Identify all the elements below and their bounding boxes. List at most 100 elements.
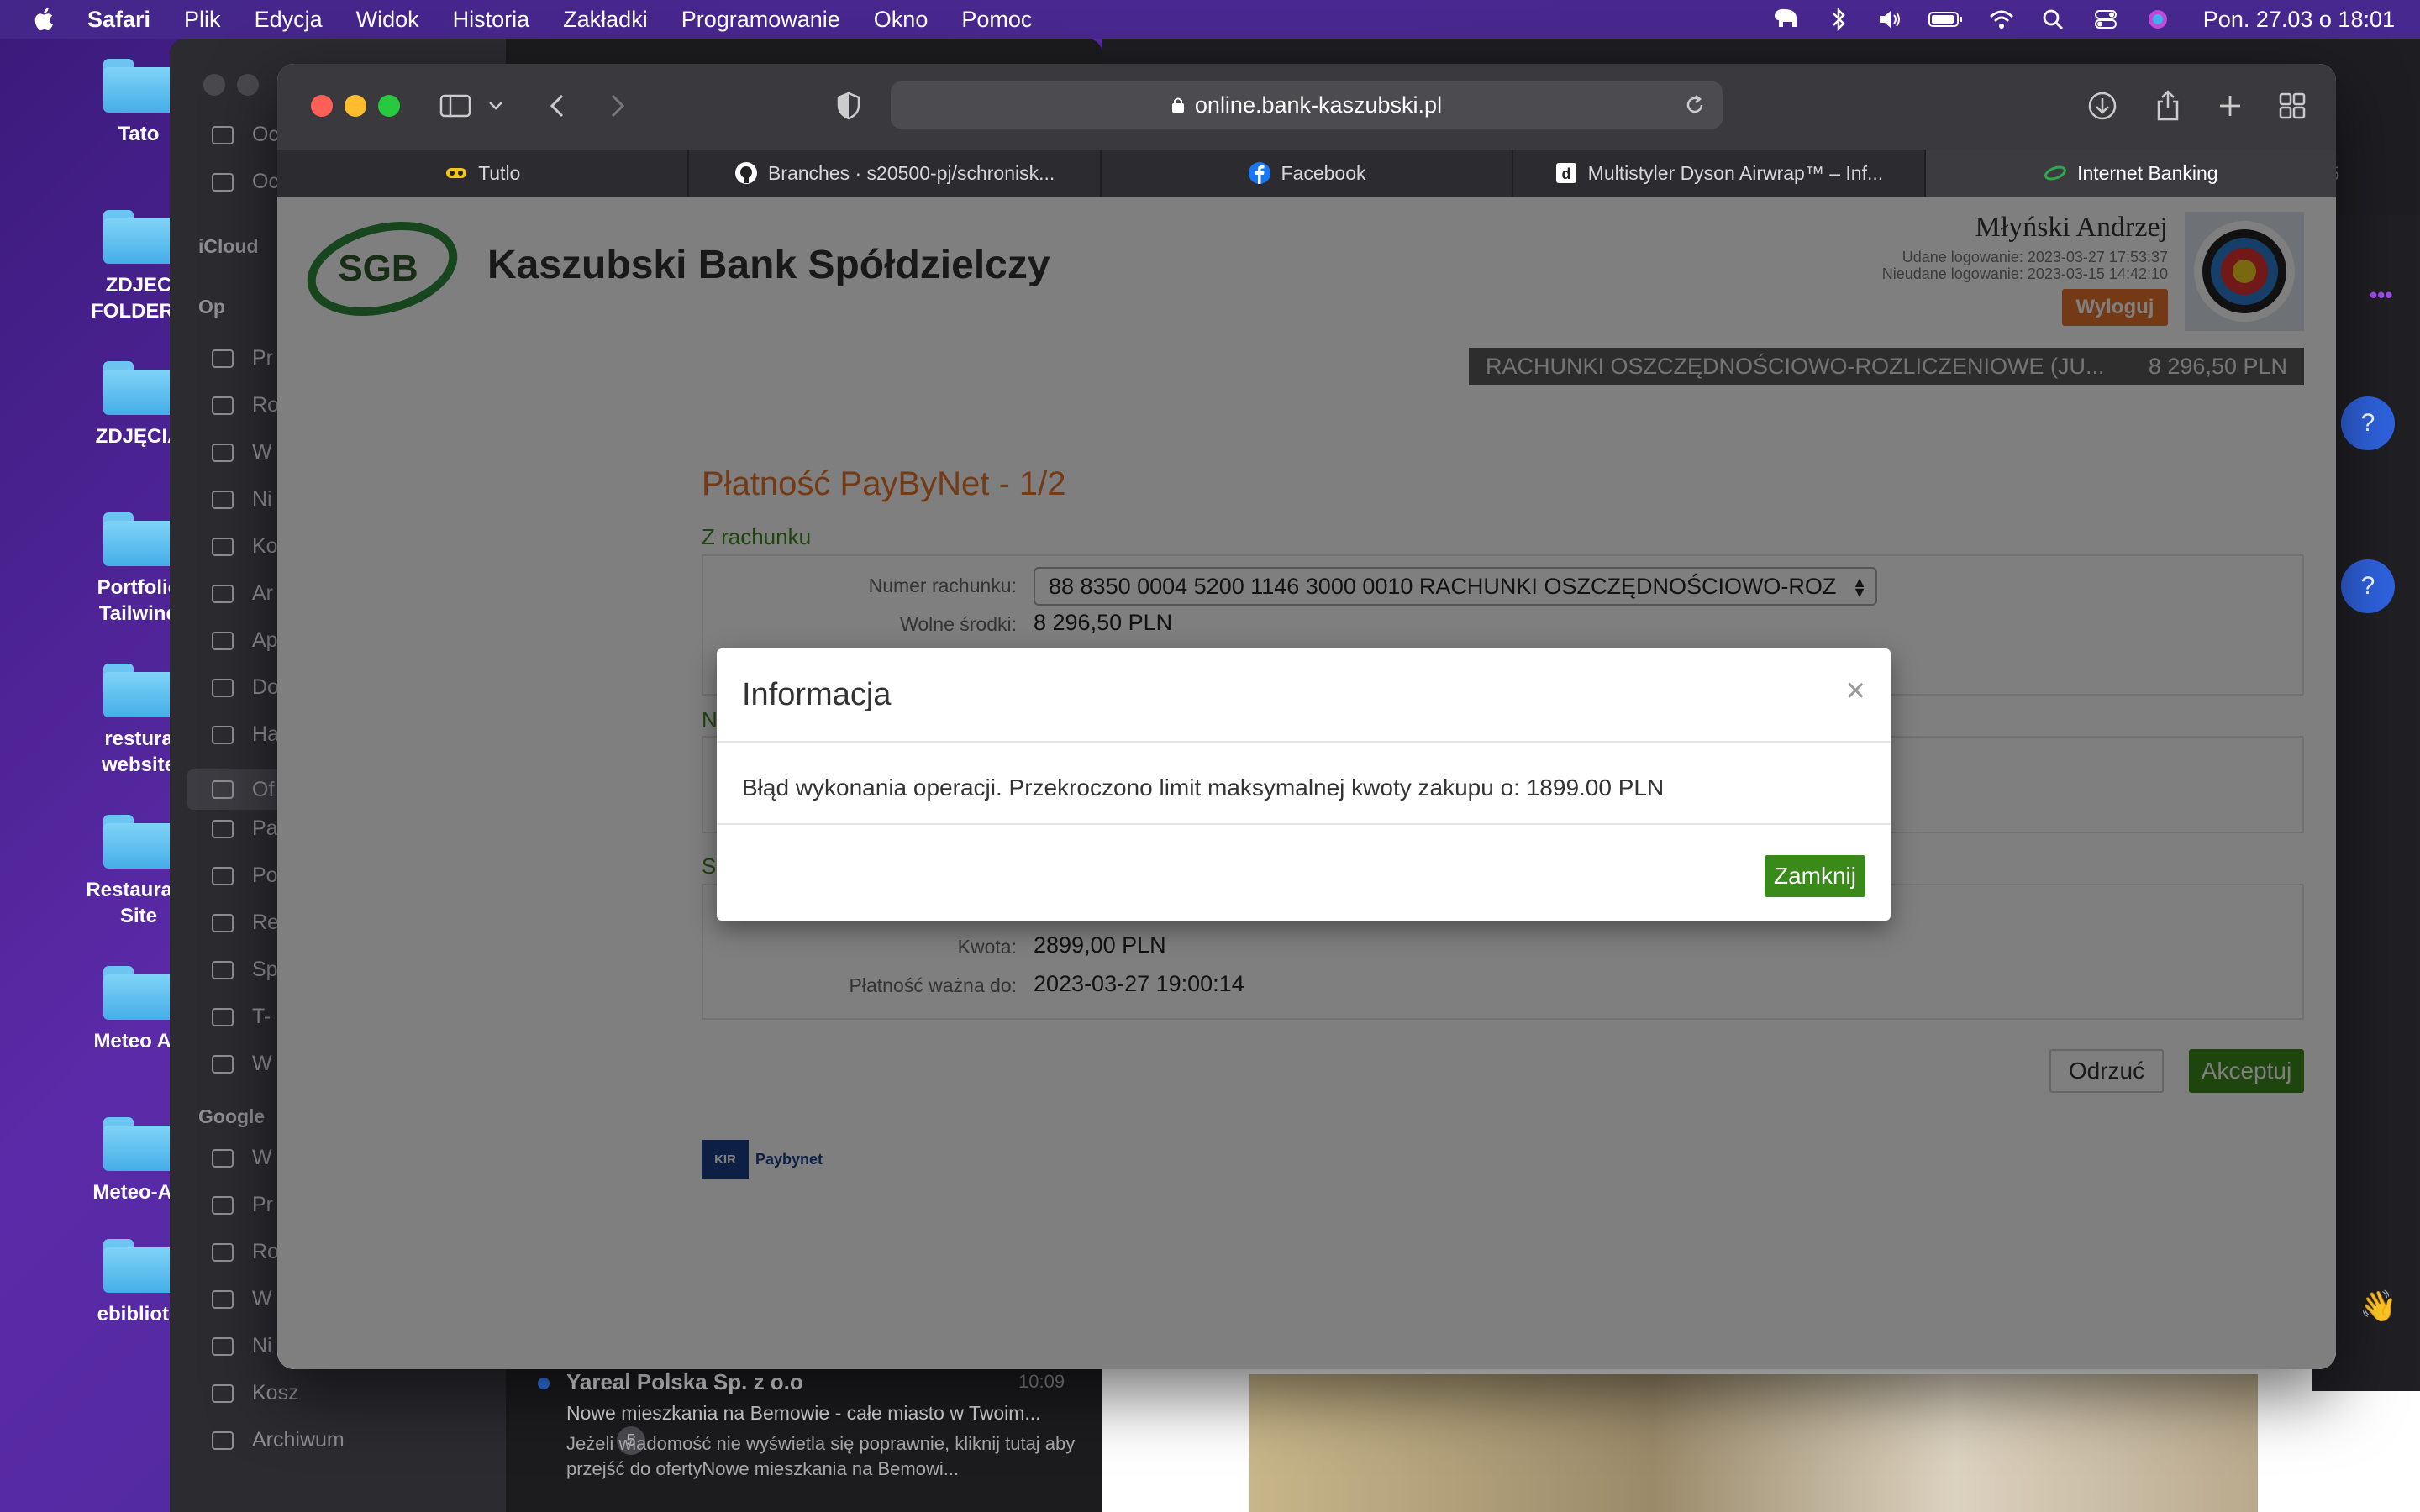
minimize-button[interactable] bbox=[345, 95, 366, 117]
chevron-down-icon[interactable] bbox=[486, 89, 506, 123]
menu-zakladki[interactable]: Zakładki bbox=[563, 7, 648, 33]
control-center-icon[interactable] bbox=[2091, 7, 2121, 32]
sidebar-item-archiwum[interactable]: Archiwum bbox=[212, 1428, 345, 1452]
privacy-shield-icon[interactable] bbox=[832, 89, 865, 123]
folder-icon bbox=[212, 913, 234, 932]
sidebar-item-kosz[interactable]: Kosz bbox=[212, 1381, 299, 1405]
tab-internet-banking[interactable]: Internet Banking bbox=[1925, 150, 2336, 197]
sidebar-item[interactable]: Pa bbox=[212, 816, 278, 841]
sidebar-item[interactable]: Ap bbox=[212, 628, 278, 653]
sidebar-item[interactable]: Ro bbox=[212, 393, 279, 417]
folder-icon bbox=[103, 1239, 174, 1293]
menu-plik[interactable]: Plik bbox=[184, 7, 221, 33]
modal-divider bbox=[717, 823, 1891, 825]
mail-preview: Jeżeli wiadomość nie wyświetla się popra… bbox=[566, 1433, 1076, 1479]
menu-edycja[interactable]: Edycja bbox=[255, 7, 323, 33]
elephant-icon[interactable] bbox=[1771, 7, 1802, 32]
sidebar-heading-icloud[interactable]: iCloud bbox=[198, 235, 259, 258]
folder-icon bbox=[212, 172, 234, 192]
sidebar-item[interactable]: Oc bbox=[212, 170, 279, 194]
tab-tutlo[interactable]: Tutlo bbox=[277, 150, 690, 197]
sidebar-toggle-icon[interactable] bbox=[439, 89, 472, 123]
tab-github[interactable]: Branches · s20500-pj/schronisk... bbox=[689, 150, 1102, 197]
menu-pomoc[interactable]: Pomoc bbox=[961, 7, 1032, 33]
sidebar-item[interactable]: W bbox=[212, 1052, 272, 1076]
folder-icon bbox=[103, 966, 174, 1020]
sidebar-item[interactable]: Pr bbox=[212, 1193, 273, 1217]
sidebar-heading-op[interactable]: Op bbox=[198, 296, 225, 318]
close-button[interactable]: Zamknij bbox=[1765, 855, 1865, 897]
folder-icon bbox=[212, 349, 234, 368]
sidebar-item[interactable]: Ar bbox=[212, 581, 273, 606]
menu-historia[interactable]: Historia bbox=[453, 7, 530, 33]
address-bar[interactable]: online.bank-kaszubski.pl bbox=[891, 81, 1723, 129]
battery-icon[interactable] bbox=[1928, 7, 1965, 32]
sidebar-item-label: Kosz bbox=[252, 1381, 299, 1404]
unread-dot bbox=[538, 1378, 550, 1389]
tab-dyson[interactable]: d Multistyler Dyson Airwrap™ – Inf... bbox=[1513, 150, 1926, 197]
folder-icon bbox=[212, 443, 234, 462]
reload-icon[interactable] bbox=[1684, 93, 1706, 117]
background-photo bbox=[1249, 1374, 2258, 1512]
volume-icon[interactable] bbox=[1876, 7, 1906, 32]
sidebar-item-label: Ro bbox=[252, 1240, 279, 1263]
sidebar-item[interactable]: Sp bbox=[212, 958, 278, 982]
menu-clock[interactable]: Pon. 27.03 o 18:01 bbox=[2203, 7, 2395, 33]
sidebar-item-label: Oc bbox=[252, 123, 279, 146]
trash-icon bbox=[212, 1383, 234, 1403]
sidebar-item[interactable]: Ko bbox=[212, 534, 278, 559]
sidebar-item-label: Ha bbox=[252, 722, 279, 746]
menu-programowanie[interactable]: Programowanie bbox=[681, 7, 840, 33]
downloads-icon[interactable] bbox=[2086, 89, 2119, 123]
apple-icon[interactable] bbox=[30, 5, 59, 34]
wave-icon[interactable]: 👋 bbox=[2360, 1289, 2397, 1324]
tab-facebook[interactable]: Facebook bbox=[1102, 150, 1514, 197]
sidebar-item[interactable]: Ro bbox=[212, 1240, 279, 1264]
sidebar-item-label: Pa bbox=[252, 816, 278, 840]
share-icon[interactable] bbox=[2151, 89, 2185, 123]
help-bubble[interactable]: ? bbox=[2341, 559, 2395, 613]
help-bubble[interactable]: ? bbox=[2341, 396, 2395, 450]
menu-widok[interactable]: Widok bbox=[356, 7, 419, 33]
close-button[interactable] bbox=[311, 95, 333, 117]
sidebar-item[interactable]: Ha bbox=[212, 722, 279, 747]
sidebar-item[interactable]: Oc bbox=[212, 123, 279, 147]
tab-overview-icon[interactable] bbox=[2275, 89, 2309, 123]
back-icon[interactable] bbox=[544, 89, 570, 123]
spotlight-search-icon[interactable] bbox=[2039, 7, 2069, 32]
sidebar-item[interactable]: T- bbox=[212, 1005, 271, 1029]
more-icon[interactable]: ••• bbox=[2370, 282, 2392, 308]
siri-icon[interactable] bbox=[2143, 7, 2173, 32]
sidebar-item[interactable]: Do bbox=[212, 675, 279, 700]
svg-text:d: d bbox=[1561, 165, 1570, 182]
sidebar-item[interactable]: W bbox=[212, 1146, 272, 1170]
folder-icon bbox=[212, 631, 234, 650]
sidebar-item-label: Ni bbox=[252, 487, 272, 511]
sidebar-item[interactable]: Po bbox=[212, 864, 278, 888]
forward-icon[interactable] bbox=[605, 89, 630, 123]
archive-icon bbox=[212, 1431, 234, 1450]
sidebar-item[interactable]: Ni bbox=[212, 487, 272, 512]
minimize-button[interactable] bbox=[237, 74, 259, 96]
bluetooth-icon[interactable] bbox=[1823, 7, 1854, 32]
sidebar-item[interactable]: W bbox=[212, 1287, 272, 1311]
menu-app-name[interactable]: Safari bbox=[87, 7, 150, 33]
sidebar-item-label: Do bbox=[252, 675, 279, 699]
close-button[interactable] bbox=[203, 74, 225, 96]
zoom-button[interactable] bbox=[378, 95, 400, 117]
sidebar-item-label: Ko bbox=[252, 534, 278, 558]
folder-icon bbox=[212, 125, 234, 144]
folder-icon bbox=[212, 584, 234, 603]
sidebar-heading-google[interactable]: Google bbox=[198, 1105, 265, 1128]
folder-icon bbox=[103, 664, 174, 717]
mail-list-item[interactable]: Yareal Polska Sp. z o.o 10:09 Nowe miesz… bbox=[566, 1369, 1087, 1482]
tab-label: Branches · s20500-pj/schronisk... bbox=[767, 161, 1055, 184]
new-tab-icon[interactable] bbox=[2213, 89, 2247, 123]
wifi-icon[interactable] bbox=[1986, 7, 2017, 32]
close-icon[interactable]: × bbox=[1846, 672, 1865, 710]
sidebar-item[interactable]: W bbox=[212, 440, 272, 465]
sidebar-item[interactable]: Re bbox=[212, 911, 279, 935]
sidebar-item[interactable]: Ni bbox=[212, 1334, 272, 1358]
sidebar-item[interactable]: Pr bbox=[212, 346, 273, 370]
menu-okno[interactable]: Okno bbox=[874, 7, 929, 33]
